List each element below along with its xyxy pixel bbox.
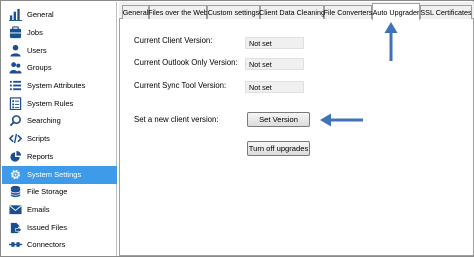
sidebar-item-label: Scripts	[27, 134, 50, 144]
sidebar-item-emails[interactable]: Emails	[2, 201, 117, 219]
envelope-icon	[8, 203, 22, 217]
current-client-version-label: Current Client Version:	[134, 36, 213, 45]
sidebar-item-system-rules[interactable]: System Rules	[2, 95, 117, 113]
set-version-button[interactable]: Set Version	[247, 112, 310, 127]
tab-general[interactable]: General	[122, 5, 149, 19]
sidebar-item-file-storage[interactable]: File Storage	[2, 183, 117, 201]
sidebar-item-jobs[interactable]: Jobs	[2, 24, 117, 42]
current-client-version-value: Not set	[245, 37, 304, 49]
main-panel: General Files over the Web Custom settin…	[119, 2, 474, 256]
left-arrow-icon	[320, 113, 363, 127]
auto-upgrader-panel: Current Client Version: Not set Current …	[119, 19, 474, 256]
sidebar-item-searching[interactable]: Searching	[2, 112, 117, 130]
sidebar-item-label: Searching	[27, 116, 61, 126]
sidebar-item-label: Jobs	[27, 28, 43, 38]
sidebar-item-general[interactable]: General	[2, 6, 117, 24]
sidebar-item-label: Emails	[27, 205, 50, 215]
sidebar-item-label: Connectors	[27, 240, 66, 250]
sidebar-item-label: Groups	[27, 63, 52, 73]
tab-client-data-cleaning[interactable]: Client Data Cleaning	[259, 5, 325, 19]
turn-off-upgrades-button[interactable]: Turn off upgrades	[247, 141, 310, 156]
code-icon	[8, 132, 22, 146]
sidebar: General Jobs Users Groups System Attribu	[2, 2, 117, 256]
sidebar-item-system-attributes[interactable]: System Attributes	[2, 77, 117, 95]
sidebar-item-connectors[interactable]: Connectors	[2, 236, 117, 254]
current-sync-tool-version-label: Current Sync Tool Version:	[134, 81, 227, 90]
current-outlook-version-label: Current Outlook Only Version:	[134, 58, 238, 67]
sidebar-item-label: System Rules	[27, 99, 74, 109]
issued-files-icon	[8, 221, 22, 235]
pie-chart-icon	[8, 150, 22, 164]
tab-ssl-certificates[interactable]: SSL Certificates	[420, 5, 472, 19]
sidebar-item-groups[interactable]: Groups	[2, 59, 117, 77]
sidebar-item-label: Reports	[27, 152, 54, 162]
set-new-version-label: Set a new client version:	[134, 115, 219, 124]
current-outlook-version-value: Not set	[245, 58, 304, 70]
sidebar-item-issued-files[interactable]: Issued Files	[2, 219, 117, 237]
sidebar-item-label: File Storage	[27, 187, 68, 197]
connector-icon	[8, 238, 22, 252]
list-icon	[8, 79, 22, 93]
tab-bar: General Files over the Web Custom settin…	[119, 2, 474, 20]
search-icon	[8, 114, 22, 128]
sidebar-item-label: Issued Files	[27, 223, 68, 233]
tab-auto-upgrader[interactable]: Auto Upgrader	[372, 3, 420, 20]
tab-file-converters[interactable]: File Converters	[324, 5, 372, 19]
bar-chart-icon	[8, 8, 22, 22]
up-arrow-icon	[384, 22, 398, 61]
sidebar-item-users[interactable]: Users	[2, 42, 117, 60]
group-icon	[8, 61, 22, 75]
jobs-icon	[8, 26, 22, 40]
sidebar-item-reports[interactable]: Reports	[2, 148, 117, 166]
database-icon	[8, 185, 22, 199]
user-icon	[8, 44, 22, 58]
rules-icon	[8, 97, 22, 111]
sidebar-item-system-settings[interactable]: System Settings	[2, 166, 117, 184]
current-sync-tool-version-value: Not set	[245, 81, 304, 93]
tab-custom-settings[interactable]: Custom settings	[207, 5, 260, 19]
sidebar-item-scripts[interactable]: Scripts	[2, 130, 117, 148]
sidebar-item-label: System Settings	[27, 170, 82, 180]
window-frame: General Jobs Users Groups System Attribu	[0, 0, 474, 257]
sidebar-item-label: Users	[27, 46, 47, 56]
tab-files-over-the-web[interactable]: Files over the Web	[148, 5, 208, 19]
gear-icon	[8, 168, 22, 182]
sidebar-item-label: General	[27, 10, 54, 20]
sidebar-item-label: System Attributes	[27, 81, 86, 91]
